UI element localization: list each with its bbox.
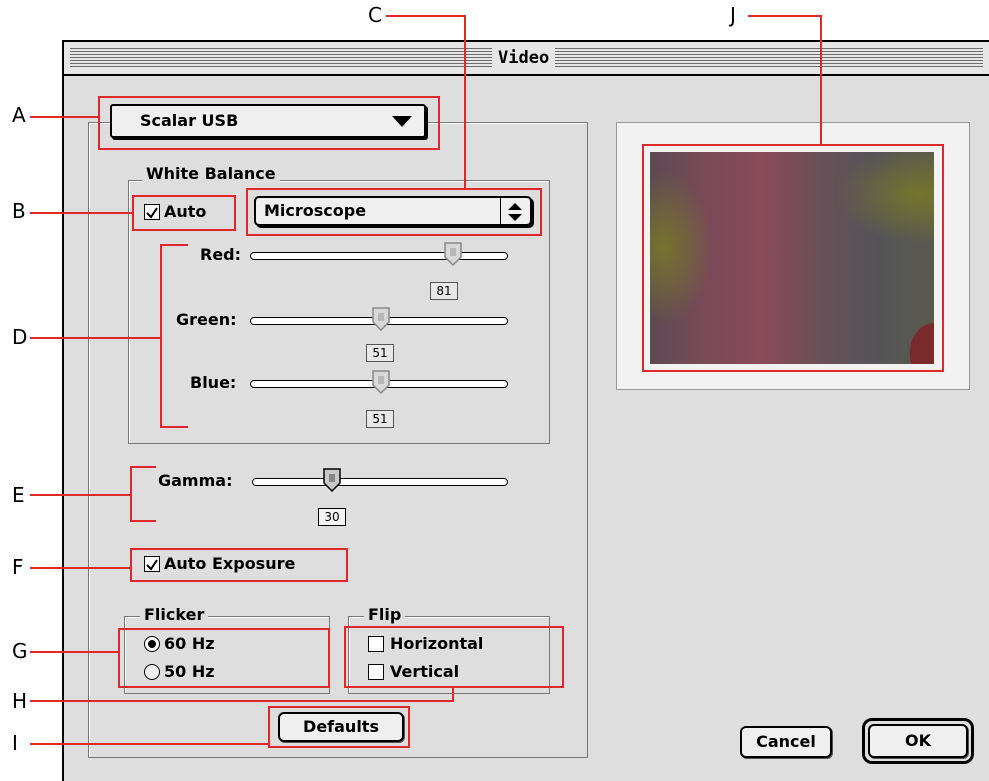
callout-box-b [132, 195, 236, 231]
callout-line-d [30, 337, 162, 339]
callout-line-c-horizontal [386, 15, 466, 17]
callout-box-h [344, 626, 564, 688]
red-slider-label: Red: [200, 245, 242, 264]
callout-label-e: E [12, 483, 25, 507]
flip-group-label: Flip [364, 605, 406, 625]
callout-line-i [30, 743, 270, 745]
blue-slider-thumb[interactable] [372, 370, 391, 394]
gamma-slider-label: Gamma: [158, 471, 233, 490]
red-slider-thumb[interactable] [444, 242, 463, 266]
red-value-box: 81 [430, 282, 458, 300]
callout-line-h-vertical [452, 686, 454, 702]
callout-line-a [30, 116, 100, 118]
callout-bracket-d-top [160, 244, 188, 246]
callout-label-b: B [12, 199, 26, 223]
callout-line-j-vertical [820, 15, 822, 145]
gamma-value-box: 30 [318, 508, 346, 526]
callout-label-h: H [12, 689, 28, 713]
callout-bracket-d [160, 244, 162, 428]
gamma-slider-thumb[interactable] [323, 468, 342, 492]
callout-box-c [246, 188, 542, 236]
callout-bracket-e-top [130, 466, 156, 468]
callout-label-c: C [368, 3, 382, 27]
callout-bracket-e-bottom [130, 520, 156, 522]
callout-label-j: J [730, 3, 736, 27]
window-title: Video [492, 46, 556, 70]
callout-box-j [642, 144, 944, 372]
callout-line-e [30, 494, 132, 496]
callout-label-d: D [12, 325, 28, 349]
callout-line-g [30, 651, 120, 653]
callout-box-g [118, 628, 330, 688]
callout-line-f [30, 567, 132, 569]
callout-label-g: G [12, 639, 28, 663]
callout-line-h [30, 700, 454, 702]
callout-box-f [130, 548, 348, 582]
callout-box-a [98, 96, 440, 150]
callout-label-f: F [12, 555, 24, 579]
blue-slider-label: Blue: [190, 373, 237, 392]
callout-label-a: A [12, 103, 26, 127]
blue-value-box: 51 [366, 410, 394, 428]
title-bar[interactable]: Video [64, 42, 989, 76]
cancel-button[interactable]: Cancel [740, 726, 832, 758]
callout-line-c-vertical [464, 15, 466, 189]
green-slider-thumb[interactable] [372, 307, 391, 331]
callout-box-i [268, 706, 410, 748]
callout-bracket-d-bottom [160, 426, 188, 428]
flicker-group-label: Flicker [140, 605, 209, 625]
callout-label-i: I [12, 731, 18, 755]
white-balance-group-label: White Balance [142, 164, 280, 184]
green-value-box: 51 [366, 344, 394, 362]
callout-bracket-e [130, 466, 132, 522]
gamma-slider-track[interactable] [252, 478, 508, 486]
callout-line-j-horizontal [748, 15, 822, 17]
red-slider-track[interactable] [250, 252, 508, 260]
callout-line-b [30, 212, 134, 214]
ok-button[interactable]: OK [868, 724, 968, 758]
green-slider-label: Green: [176, 310, 237, 329]
